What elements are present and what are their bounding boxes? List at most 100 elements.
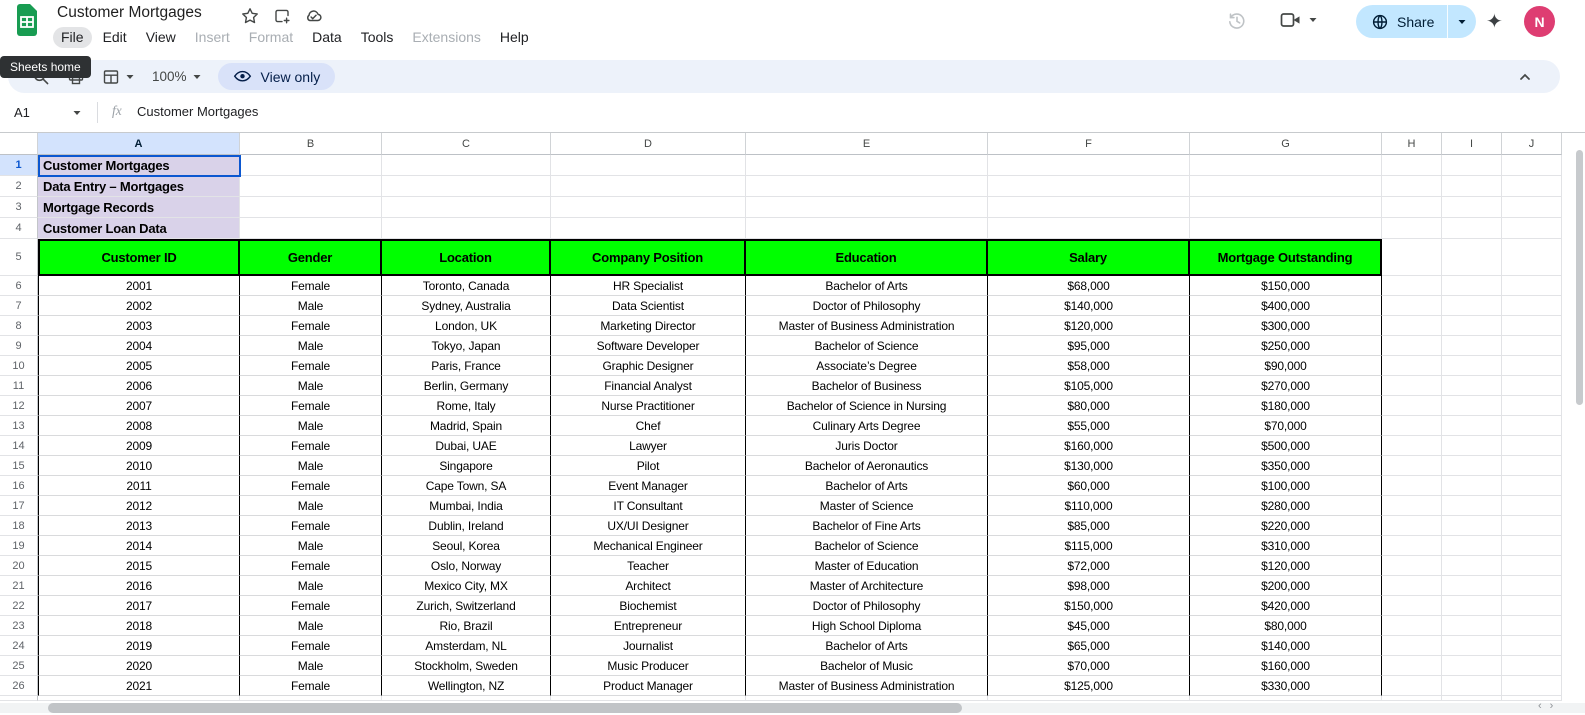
menu-insert[interactable]: Insert [187, 27, 238, 48]
row-header-18[interactable]: 18 [0, 516, 38, 536]
cell-E7[interactable]: Doctor of Philosophy [746, 296, 988, 316]
cell-E19[interactable]: Bachelor of Science [746, 536, 988, 556]
cell-F12[interactable]: $80,000 [988, 396, 1190, 416]
cell-G9[interactable]: $250,000 [1190, 336, 1382, 356]
cell-C17[interactable]: Mumbai, India [382, 496, 551, 516]
cell-F4[interactable] [988, 218, 1190, 239]
cloud-status-icon[interactable] [304, 6, 323, 25]
cell-G2[interactable] [1190, 176, 1382, 197]
cell-I11[interactable] [1442, 376, 1502, 396]
row-header-15[interactable]: 15 [0, 456, 38, 476]
cell-F11[interactable]: $105,000 [988, 376, 1190, 396]
cell-F17[interactable]: $110,000 [988, 496, 1190, 516]
share-dropdown[interactable] [1448, 5, 1476, 38]
cell-I24[interactable] [1442, 636, 1502, 656]
cell-A23[interactable]: 2018 [38, 616, 240, 636]
cell-D15[interactable]: Pilot [551, 456, 746, 476]
zoom-level[interactable]: 100% [152, 69, 187, 84]
cell-B4[interactable] [240, 218, 382, 239]
cell-A1[interactable]: Customer Mortgages [38, 155, 240, 176]
cell-H6[interactable] [1382, 276, 1442, 296]
cell-F5[interactable]: Salary [988, 239, 1190, 276]
row-header-24[interactable]: 24 [0, 636, 38, 656]
column-header-F[interactable]: F [988, 133, 1190, 155]
cell-I26[interactable] [1442, 676, 1502, 696]
column-header-H[interactable]: H [1382, 133, 1442, 155]
cell-A12[interactable]: 2007 [38, 396, 240, 416]
cell-H21[interactable] [1382, 576, 1442, 596]
cell-I16[interactable] [1442, 476, 1502, 496]
cell-D23[interactable]: Entrepreneur [551, 616, 746, 636]
cell-C25[interactable]: Stockholm, Sweden [382, 656, 551, 676]
cell-G26[interactable]: $330,000 [1190, 676, 1382, 696]
cell-H14[interactable] [1382, 436, 1442, 456]
cell-F8[interactable]: $120,000 [988, 316, 1190, 336]
cell-G6[interactable]: $150,000 [1190, 276, 1382, 296]
cell-E23[interactable]: High School Diploma [746, 616, 988, 636]
cell-I3[interactable] [1442, 197, 1502, 218]
cell-J5[interactable] [1502, 239, 1562, 276]
cell-H1[interactable] [1382, 155, 1442, 176]
cell-F23[interactable]: $45,000 [988, 616, 1190, 636]
cell-C14[interactable]: Dubai, UAE [382, 436, 551, 456]
column-header-I[interactable]: I [1442, 133, 1502, 155]
cell-E18[interactable]: Bachelor of Fine Arts [746, 516, 988, 536]
cell-C2[interactable] [382, 176, 551, 197]
menu-help[interactable]: Help [492, 27, 537, 48]
cell-B22[interactable]: Female [240, 596, 382, 616]
cell-E4[interactable] [746, 218, 988, 239]
cell-E8[interactable]: Master of Business Administration [746, 316, 988, 336]
row-header-9[interactable]: 9 [0, 336, 38, 356]
cell-J11[interactable] [1502, 376, 1562, 396]
cell-B25[interactable]: Male [240, 656, 382, 676]
cell-I15[interactable] [1442, 456, 1502, 476]
cell-E2[interactable] [746, 176, 988, 197]
cell-A24[interactable]: 2019 [38, 636, 240, 656]
menu-edit[interactable]: Edit [95, 27, 135, 48]
cell-E25[interactable]: Bachelor of Music [746, 656, 988, 676]
cell-F3[interactable] [988, 197, 1190, 218]
cell-F2[interactable] [988, 176, 1190, 197]
cell-D21[interactable]: Architect [551, 576, 746, 596]
cell-H10[interactable] [1382, 356, 1442, 376]
cell-G12[interactable]: $180,000 [1190, 396, 1382, 416]
cell-H24[interactable] [1382, 636, 1442, 656]
sheets-logo[interactable] [15, 4, 39, 36]
cell-A26[interactable]: 2021 [38, 676, 240, 696]
vertical-scrollbar-thumb[interactable] [1576, 150, 1583, 405]
cell-J18[interactable] [1502, 516, 1562, 536]
cell-J16[interactable] [1502, 476, 1562, 496]
cell-I7[interactable] [1442, 296, 1502, 316]
cell-F6[interactable]: $68,000 [988, 276, 1190, 296]
cell-A13[interactable]: 2008 [38, 416, 240, 436]
cell-C11[interactable]: Berlin, Germany [382, 376, 551, 396]
cell-F22[interactable]: $150,000 [988, 596, 1190, 616]
version-history-icon[interactable] [1226, 10, 1248, 32]
cell-J15[interactable] [1502, 456, 1562, 476]
select-all-corner[interactable] [0, 133, 38, 155]
table-format-icon[interactable] [102, 68, 120, 86]
cell-A7[interactable]: 2002 [38, 296, 240, 316]
row-header-26[interactable]: 26 [0, 676, 38, 696]
cell-D8[interactable]: Marketing Director [551, 316, 746, 336]
cell-I25[interactable] [1442, 656, 1502, 676]
cell-B5[interactable]: Gender [240, 239, 382, 276]
cell-A6[interactable]: 2001 [38, 276, 240, 296]
cell-J14[interactable] [1502, 436, 1562, 456]
cell-B14[interactable]: Female [240, 436, 382, 456]
cell-J8[interactable] [1502, 316, 1562, 336]
cell-F15[interactable]: $130,000 [988, 456, 1190, 476]
cell-J1[interactable] [1502, 155, 1562, 176]
cell-H3[interactable] [1382, 197, 1442, 218]
cell-E5[interactable]: Education [746, 239, 988, 276]
cell-G13[interactable]: $70,000 [1190, 416, 1382, 436]
cell-D22[interactable]: Biochemist [551, 596, 746, 616]
cell-G14[interactable]: $500,000 [1190, 436, 1382, 456]
row-header-20[interactable]: 20 [0, 556, 38, 576]
cell-E24[interactable]: Bachelor of Arts [746, 636, 988, 656]
cell-C13[interactable]: Madrid, Spain [382, 416, 551, 436]
cell-A10[interactable]: 2005 [38, 356, 240, 376]
cell-D14[interactable]: Lawyer [551, 436, 746, 456]
cell-A8[interactable]: 2003 [38, 316, 240, 336]
cell-H13[interactable] [1382, 416, 1442, 436]
